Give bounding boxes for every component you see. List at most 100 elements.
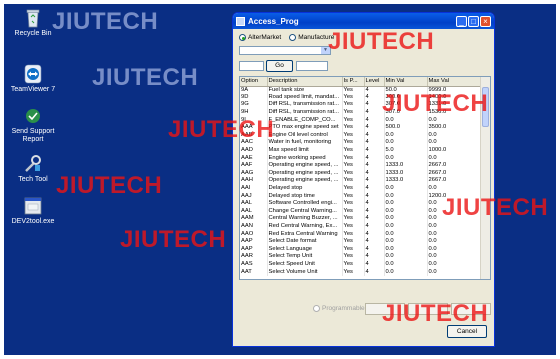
cell-level: 4 — [364, 192, 385, 200]
cell-is-programmable: Yes — [342, 199, 365, 208]
cell-description: Water in fuel, monitoring — [267, 139, 343, 147]
column-header-min-val[interactable]: Min Val — [384, 77, 428, 87]
cell-level: 4 — [364, 245, 385, 254]
desktop-icon-dev2tool[interactable]: DEV2tool.exe — [8, 196, 58, 226]
cell-is-programmable: Yes — [342, 230, 365, 238]
table-row[interactable]: AAL Change Central Warning... Yes 4 0.0 0.0 — [240, 207, 481, 216]
radio-aftermarket[interactable] — [239, 34, 246, 41]
radio-manufacture[interactable] — [289, 34, 297, 41]
desktop-icon-tech-tool[interactable]: Tech Tool — [8, 154, 58, 184]
program-value-box[interactable] — [408, 303, 448, 315]
cell-is-programmable: Yes — [342, 86, 365, 94]
cell-is-programmable: Yes — [342, 222, 365, 231]
cell-level: 4 — [364, 86, 385, 94]
column-header-max-val[interactable]: Max Val — [427, 77, 481, 87]
column-header-is-programmable[interactable]: Is P... — [342, 77, 365, 87]
column-header-level[interactable]: Level — [364, 77, 385, 87]
table-row[interactable]: AAT Select Volume Unit Yes 4 0.0 0.0 — [240, 268, 481, 276]
desktop: Recycle Bin TeamViewer 7 Send Support Re… — [4, 4, 556, 355]
cell-is-programmable: Yes — [342, 207, 365, 216]
table-row[interactable]: AAM Central Warning Buzzer, ... Yes 4 0.0 0.0 — [240, 215, 481, 223]
value-input[interactable] — [296, 61, 328, 71]
table-row[interactable]: AAA PTO max engine speed set Yes 4 500.0 3500… — [240, 123, 481, 132]
watermark: JIUTECH — [52, 8, 159, 35]
table-row[interactable]: AAF Operating engine speed, ... Yes 4 1333.0… — [240, 161, 481, 170]
column-header-description[interactable]: Description — [267, 77, 343, 87]
title-bar[interactable]: Access_Prog _ □ × — [233, 13, 494, 29]
cell-is-programmable: Yes — [342, 123, 365, 132]
desktop-icon-send-support-report[interactable]: Send Support Report — [8, 106, 58, 144]
table-row[interactable]: AAP Select Date format Yes 4 0.0 0.0 — [240, 237, 481, 246]
radio-manufacture-label[interactable]: Manufacture — [298, 34, 334, 41]
table-row[interactable]: 9I F_ENABLE_COMP_CO... Yes 4 0.0 0.0 — [240, 116, 481, 124]
cell-min-val: 0.0 — [384, 230, 428, 238]
table-row[interactable]: AAR Select Temp Unit Yes 4 0.0 0.0 — [240, 253, 481, 261]
go-button[interactable]: Go — [266, 60, 293, 72]
program-value-box[interactable] — [451, 303, 491, 315]
vertical-scrollbar[interactable] — [480, 77, 490, 279]
chevron-down-icon[interactable]: ▼ — [321, 47, 330, 54]
table-row[interactable]: AAG Operating engine speed, ... Yes 4 1333.0… — [240, 169, 481, 178]
table-row[interactable]: AAS Select Speed Unit Yes 4 0.0 0.0 — [240, 260, 481, 269]
table-row[interactable]: 9H Diff RSL, transmission rat... Yes 4 307.0… — [240, 108, 481, 117]
minimize-button[interactable]: _ — [456, 15, 467, 27]
table-row[interactable]: 9G Diff RSL, transmission rat... Yes 4 307.0… — [240, 101, 481, 109]
table-row[interactable]: AAD Max speed limit Yes 4 5.0 1000.0 — [240, 146, 481, 155]
table-row[interactable]: AAI Delayed stop Yes 4 0.0 0.0 — [240, 184, 481, 193]
cell-level: 4 — [364, 177, 385, 185]
table-row[interactable]: AAL Software Controlled engi... Yes 4 0.0 0.0 — [240, 199, 481, 208]
table-row[interactable]: AAJ Delayed stop time Yes 4 0.0 1200.0 — [240, 192, 481, 200]
cancel-button[interactable]: Cancel — [447, 325, 487, 338]
table-row[interactable]: AAH Operating engine speed, ... Yes 4 1333.0… — [240, 177, 481, 185]
table-row[interactable]: AAN Red Central Warning, Ex... Yes 4 0.0 0.0 — [240, 222, 481, 231]
desktop-icon-recycle-bin[interactable]: Recycle Bin — [8, 8, 58, 38]
table-row[interactable]: AAE Engine working speed Yes 4 0.0 0.0 — [240, 154, 481, 162]
parameter-table[interactable]: Option Description Is P... Level Min Val… — [239, 76, 491, 280]
cell-description: Road speed limit, mandat... — [267, 93, 343, 102]
desktop-icon-teamviewer[interactable]: TeamViewer 7 — [8, 64, 58, 94]
cell-option: AAD — [240, 146, 268, 155]
cell-description: Max speed limit — [267, 146, 343, 155]
cell-option: AAL — [240, 199, 268, 208]
cell-level: 4 — [364, 260, 385, 269]
cell-level: 4 — [364, 93, 385, 102]
program-value-box[interactable] — [365, 303, 405, 315]
cell-min-val: 0.0 — [384, 131, 428, 140]
table-row[interactable]: 9A Fuel tank size Yes 4 50.0 9999.0 — [240, 86, 481, 94]
cell-min-val: 0.0 — [384, 199, 428, 208]
cell-description: Operating engine speed, ... — [267, 161, 343, 170]
cell-min-val: 0.0 — [384, 192, 428, 200]
table-row[interactable]: 9D Road speed limit, mandat... Yes 4 300.0 14… — [240, 93, 481, 102]
table-row[interactable]: AAP Select Language Yes 4 0.0 0.0 — [240, 245, 481, 254]
close-button[interactable]: × — [480, 15, 491, 27]
market-radio-group: AlterMarket Manufacture — [239, 34, 342, 41]
maximize-button[interactable]: □ — [468, 15, 479, 27]
cell-description: Select Volume Unit — [267, 268, 343, 276]
cell-description: Operating engine speed, ... — [267, 177, 343, 185]
radio-programmable-label[interactable]: Programmable — [322, 305, 365, 312]
cell-is-programmable: Yes — [342, 260, 365, 269]
cell-option: AAP — [240, 237, 268, 246]
table-row[interactable]: AAC Water in fuel, monitoring Yes 4 0.0 0.0 — [240, 139, 481, 147]
cell-is-programmable: Yes — [342, 253, 365, 261]
cell-description: Engine Oil level control — [267, 131, 343, 140]
cell-min-val: 0.0 — [384, 245, 428, 254]
scrollbar-thumb[interactable] — [482, 87, 489, 127]
column-header-option[interactable]: Option — [240, 77, 268, 87]
cell-option: AAF — [240, 161, 268, 170]
table-row[interactable]: AAO Red Extra Central Warning Yes 4 0.0 0.0 — [240, 230, 481, 238]
cell-option: 9G — [240, 101, 268, 109]
option-dropdown[interactable]: ▼ — [239, 46, 331, 55]
cell-option: AAC — [240, 139, 268, 147]
cell-description: F_ENABLE_COMP_CO... — [267, 116, 343, 124]
cell-max-val: 1200.0 — [427, 192, 481, 200]
cell-option: AAT — [240, 268, 268, 276]
cell-is-programmable: Yes — [342, 93, 365, 102]
radio-programmable[interactable] — [313, 305, 320, 312]
radio-aftermarket-label[interactable]: AlterMarket — [248, 34, 281, 41]
cell-description: Delayed stop time — [267, 192, 343, 200]
cell-description: Red Central Warning, Ex... — [267, 222, 343, 231]
option-code-input[interactable] — [239, 61, 264, 71]
table-row[interactable]: AAB Engine Oil level control Yes 4 0.0 0.0 — [240, 131, 481, 140]
cell-level: 4 — [364, 101, 385, 109]
